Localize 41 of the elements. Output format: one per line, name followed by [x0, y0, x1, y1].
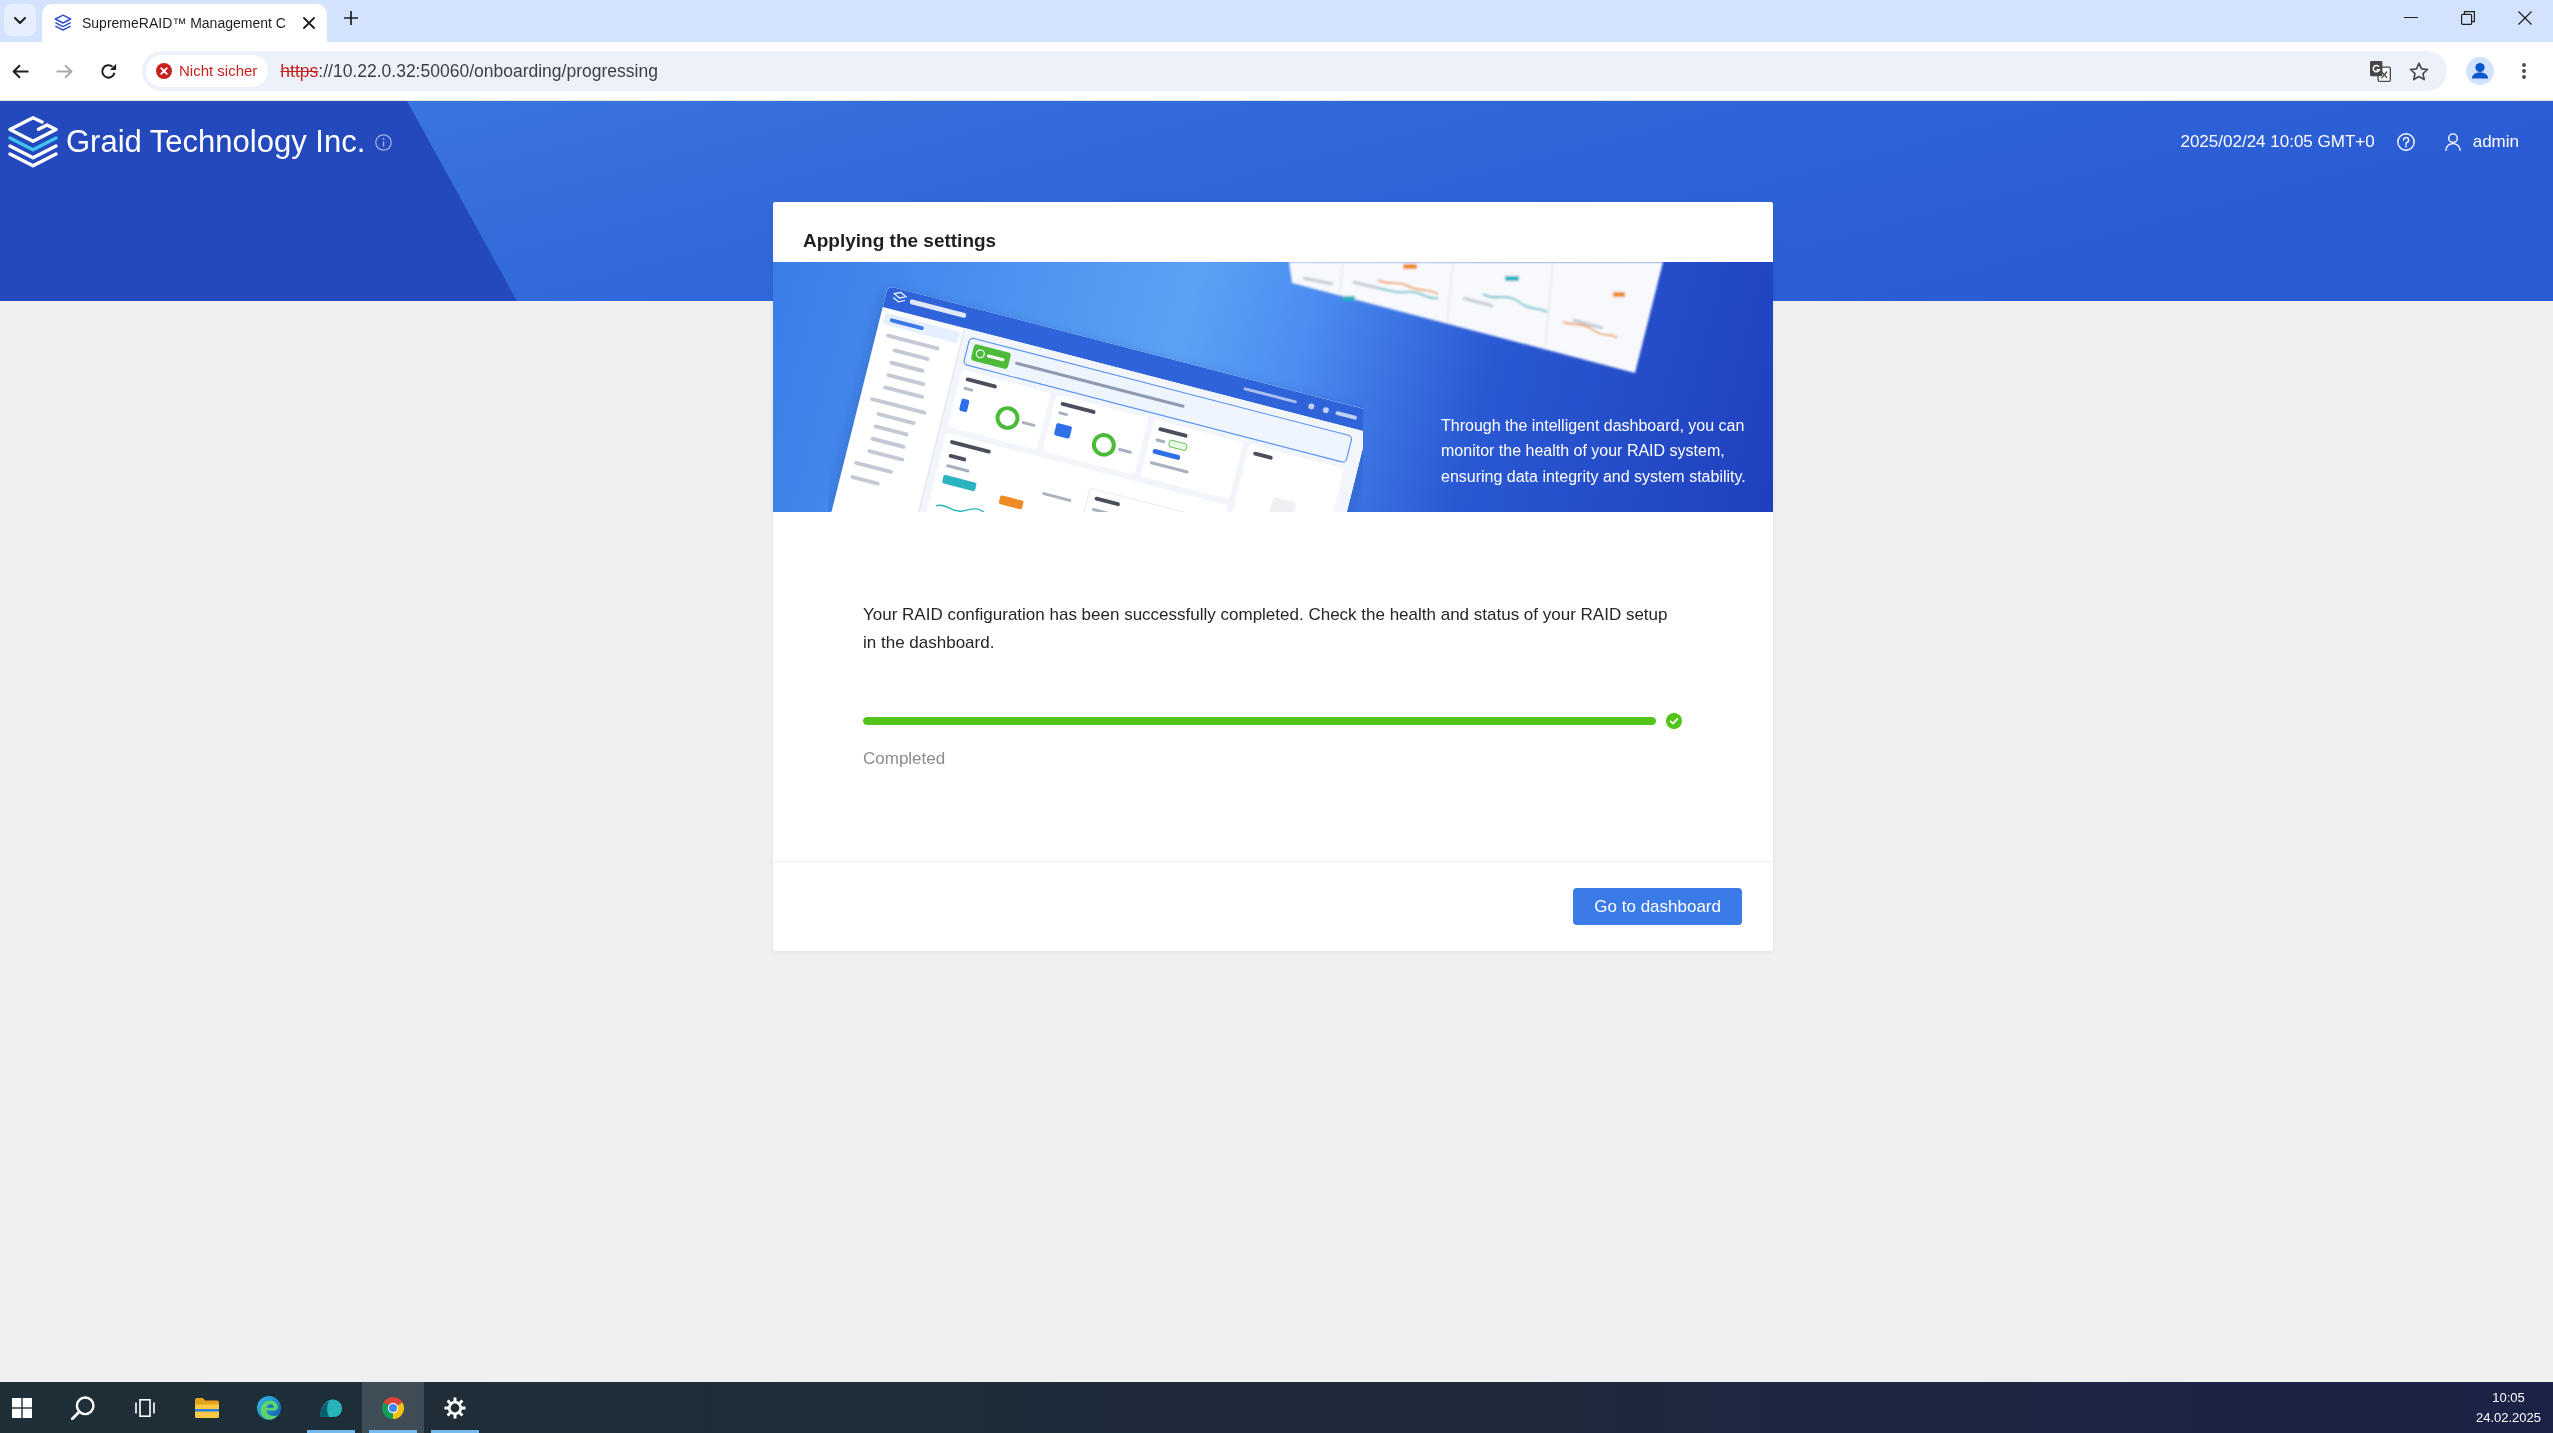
translate-icon[interactable]: [2370, 60, 2391, 82]
folder-icon: [195, 1397, 219, 1418]
address-bar[interactable]: Nicht sicher https://10.22.0.32:50060/onboarding/progressing: [142, 51, 2447, 91]
banner-caption: Through the intelligent dashboard, you can monitor the health of your RAID system, ensuring data integrity and system stability.: [1441, 415, 1747, 487]
clock-time: 10:05: [2492, 1388, 2525, 1407]
restore-icon[interactable]: [2460, 10, 2475, 25]
clock-date: 24.02.2025: [2475, 1408, 2541, 1427]
url-text: https://10.22.0.32:50060/onboarding/progressing: [280, 59, 658, 83]
security-chip[interactable]: Nicht sicher: [146, 55, 269, 87]
user-menu[interactable]: admin: [2444, 129, 2519, 155]
error-icon: [156, 63, 172, 79]
chevron-down-icon: [14, 16, 26, 24]
close-icon[interactable]: [303, 17, 315, 29]
settings-icon: [444, 1396, 466, 1419]
close-icon[interactable]: [2517, 10, 2532, 25]
task-view-icon[interactable]: [135, 1398, 155, 1417]
app-logo-icon: [319, 1397, 343, 1418]
dropdown-button[interactable]: [4, 4, 36, 36]
swirl-logo-icon: [257, 1395, 281, 1420]
star-icon[interactable]: [2409, 61, 2429, 81]
card-title: Applying the settings: [803, 229, 997, 253]
go-to-dashboard-button[interactable]: Go to dashboard: [1573, 888, 1742, 925]
plus-icon[interactable]: [344, 11, 358, 25]
user-icon: [2444, 133, 2461, 151]
avatar-icon[interactable]: [2466, 57, 2494, 85]
datetime-text: 2025/02/24 10:05 GMT+0: [2180, 131, 2375, 154]
browser-tab[interactable]: SupremeRAID™ Management C: [42, 4, 327, 42]
logo-icon: [8, 116, 58, 168]
more-icon[interactable]: [2522, 63, 2526, 79]
browser-logo-icon: [381, 1395, 405, 1420]
status-message: Your RAID configuration has been successfully completed. Check the health and status of your RAID setup in the dashboard.: [863, 604, 1669, 654]
reload-icon[interactable]: [99, 62, 117, 80]
brand-name: Graid Technology Inc.: [66, 123, 366, 161]
minimize-icon[interactable]: [2403, 16, 2418, 19]
info-icon[interactable]: [375, 133, 393, 151]
stack-logo-icon: [54, 14, 72, 32]
search-icon[interactable]: [71, 1395, 95, 1420]
windows-logo-icon[interactable]: [12, 1397, 32, 1418]
back-icon[interactable]: [11, 63, 29, 79]
progress-status: Completed: [863, 748, 946, 770]
help-icon[interactable]: [2396, 133, 2415, 151]
